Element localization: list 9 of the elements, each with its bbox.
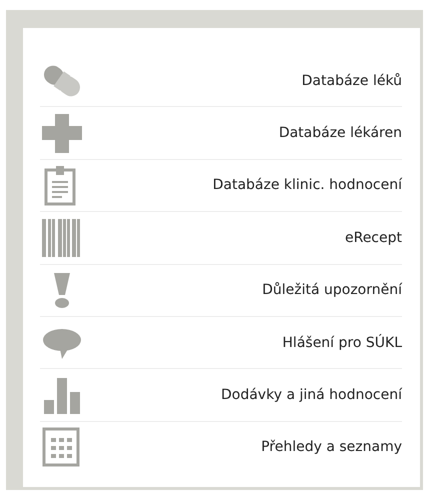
- menu-item[interactable]: Důležitá upozornění: [40, 264, 402, 317]
- menu-item[interactable]: Dodávky a jiná hodnocení: [40, 369, 402, 422]
- menu-item[interactable]: Hlášení pro SÚKL: [40, 316, 402, 370]
- cross-icon: [40, 112, 84, 154]
- menu-item[interactable]: Přehledy a seznamy: [40, 422, 402, 474]
- menu-item[interactable]: Databáze léků: [40, 55, 402, 108]
- menu-item[interactable]: eRecept: [40, 212, 402, 265]
- menu-item[interactable]: Databáze lékáren: [40, 107, 402, 160]
- menu-item[interactable]: Databáze klinic. hodnocení: [40, 160, 402, 212]
